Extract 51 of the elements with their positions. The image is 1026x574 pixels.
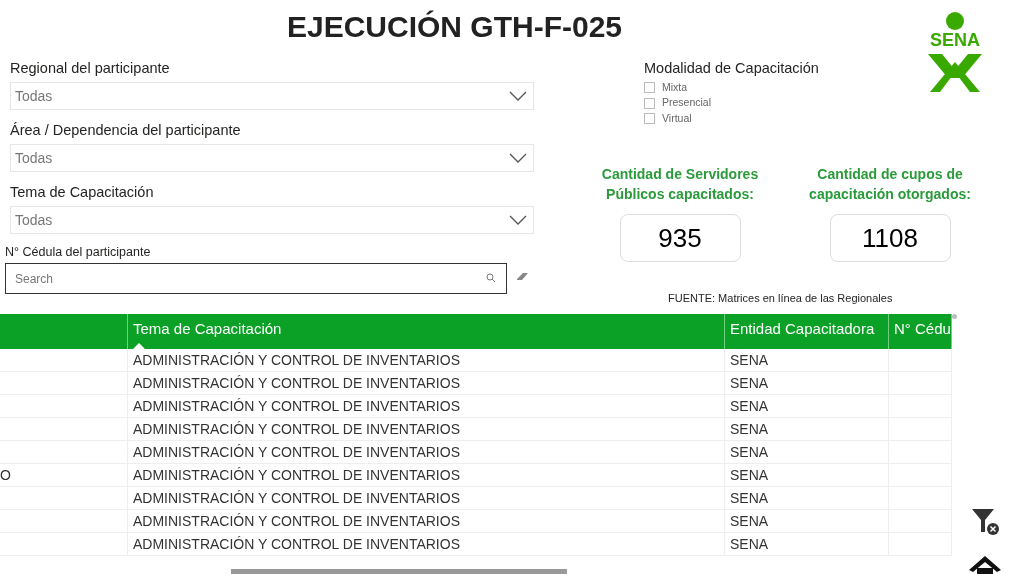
table-cell-text: SENA	[730, 534, 769, 554]
checkbox[interactable]	[644, 97, 655, 109]
chevron-down-icon	[509, 215, 527, 225]
table-cell-text: ADMINISTRACIÓN Y CONTROL DE INVENTARIOS	[133, 488, 460, 508]
search-label: N° Cédula del participante	[5, 244, 151, 261]
table-cell-text: SENA	[730, 350, 769, 370]
table-cell-text: SENA	[730, 442, 769, 462]
report-title: EJECUCIÓN GTH-F-025	[287, 9, 623, 45]
card-title: Cantidad de Servidores Públicos capacitados:	[600, 165, 760, 204]
eraser-icon[interactable]	[516, 272, 529, 282]
card-title: Cantidad de cupos de capacitación otorgados:	[808, 165, 972, 204]
scrollbar[interactable]	[231, 569, 567, 574]
table-cell-text: SENA	[730, 511, 769, 531]
card-value: 935	[619, 214, 741, 262]
table-cell-text: ADMINISTRACIÓN Y CONTROL DE INVENTARIOS	[133, 396, 460, 416]
chevron-down-icon	[509, 153, 527, 163]
chevron-down-icon	[509, 91, 527, 101]
table-cell-text: ADMINISTRACIÓN Y CONTROL DE INVENTARIOS	[133, 350, 460, 370]
table-cell-text: ADMINISTRACIÓN Y CONTROL DE INVENTARIOS	[133, 511, 460, 531]
table-cell-text: SENA	[730, 396, 769, 416]
table-cell-text: ADMINISTRACIÓN Y CONTROL DE INVENTARIOS	[133, 442, 460, 462]
table-cell-text: SENA	[730, 419, 769, 439]
checkbox[interactable]	[644, 82, 655, 94]
table-cell-text: ADMINISTRACIÓN Y CONTROL DE INVENTARIOS	[133, 419, 460, 439]
table-cell-text: SENA	[730, 373, 769, 393]
filter-label: Regional del participante	[10, 59, 171, 78]
table-cell-text: SENA	[730, 465, 769, 485]
filter-label: Tema de Capacitación	[10, 183, 155, 202]
search-field[interactable]: Search	[5, 263, 507, 294]
table-cell-text: ADMINISTRACIÓN Y CONTROL DE INVENTARIOS	[133, 465, 460, 485]
column-header[interactable]: Entidad Capacitadora	[730, 318, 883, 341]
dropdown[interactable]: Todas	[10, 206, 534, 234]
dropdown[interactable]: Todas	[10, 82, 534, 110]
checkbox-option[interactable]: Presencial	[644, 95, 819, 111]
checkbox-option[interactable]: Mixta	[644, 80, 819, 96]
table-cell-text: ADMINISTRACIÓN Y CONTROL DE INVENTARIOS	[133, 534, 460, 554]
filter-label: Área / Dependencia del participante	[10, 121, 242, 140]
column-header[interactable]: Tema de Capacitación	[133, 318, 719, 341]
search-icon	[486, 273, 496, 283]
source-note: FUENTE: Matrices en línea de las Regionales	[668, 291, 893, 306]
dropdown[interactable]: Todas	[10, 144, 534, 172]
table-cell-text: ADMINISTRACIÓN Y CONTROL DE INVENTARIOS	[133, 373, 460, 393]
clear-filter-icon[interactable]	[971, 508, 1001, 536]
card-value: 1108	[829, 214, 951, 262]
table-cell-text: O	[0, 465, 11, 485]
logo: SENA	[910, 10, 1000, 94]
checkbox-option[interactable]: Virtual	[644, 111, 819, 127]
filter-label: Modalidad de Capacitación	[644, 59, 819, 78]
checkbox[interactable]	[644, 113, 655, 125]
table-cell-text: SENA	[730, 488, 769, 508]
home-icon[interactable]	[969, 556, 1001, 574]
